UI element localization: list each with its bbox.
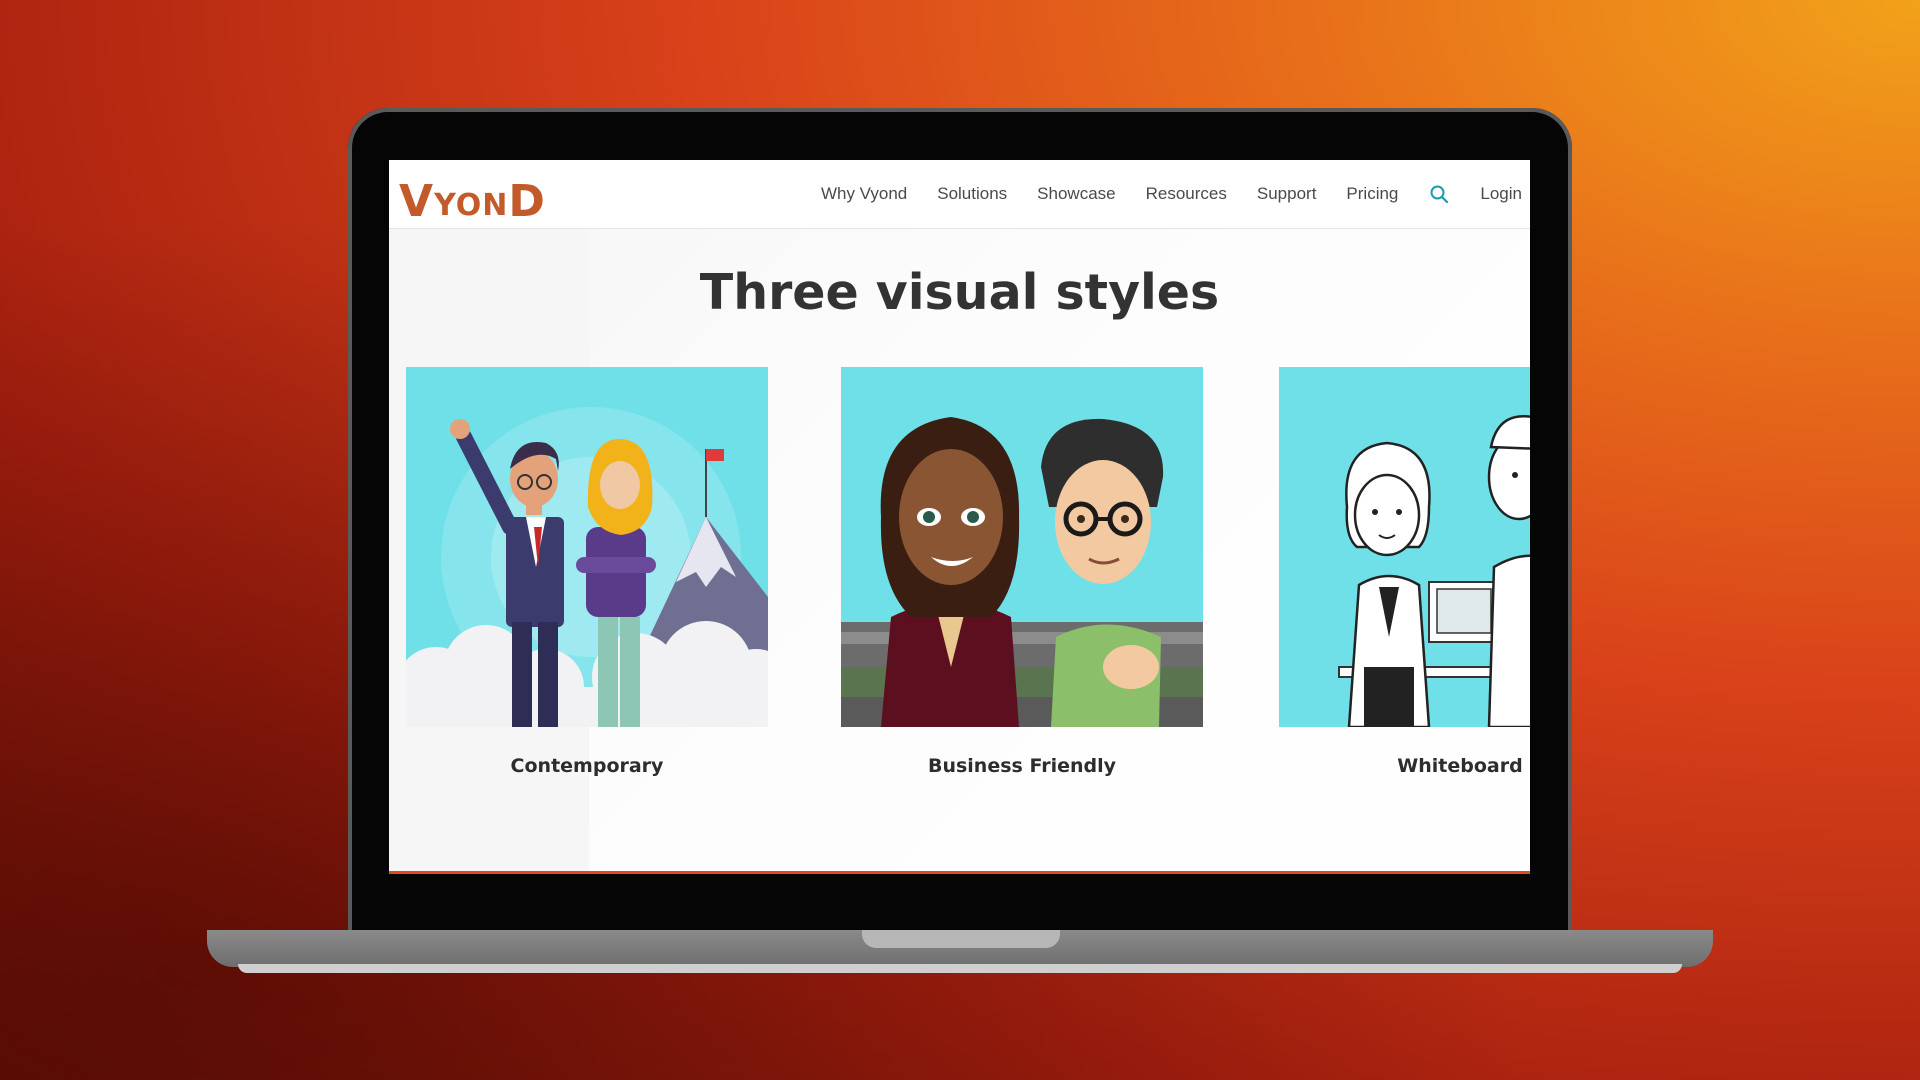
logo-letter-d: D (508, 176, 546, 227)
style-card-contemporary[interactable]: Contemporary (406, 367, 768, 777)
whiteboard-illustration (1279, 367, 1530, 727)
main-nav: Why Vyond Solutions Showcase Resources S… (821, 160, 1522, 228)
laptop-base-lip (238, 964, 1682, 973)
vyond-logo[interactable]: V YON D (399, 164, 546, 224)
style-label-business-friendly: Business Friendly (927, 755, 1117, 777)
style-label-whiteboard: Whiteboard (1397, 755, 1523, 777)
laptop-notch (862, 930, 1060, 948)
style-label-contemporary: Contemporary (510, 755, 664, 777)
contemporary-illustration (406, 367, 768, 727)
style-card-business-friendly[interactable]: Business Friendly (841, 367, 1203, 777)
logo-letters-yon: YON (434, 188, 509, 223)
logo-letter-v: V (399, 176, 435, 227)
style-card-whiteboard[interactable]: Whiteboard (1279, 367, 1530, 777)
nav-solutions[interactable]: Solutions (937, 184, 1007, 204)
nav-why-vyond[interactable]: Why Vyond (821, 184, 907, 204)
nav-showcase[interactable]: Showcase (1037, 184, 1115, 204)
browser-screen: V YON D Why Vyond Solutions Showcase Res… (389, 160, 1530, 874)
nav-support[interactable]: Support (1257, 184, 1317, 204)
search-icon[interactable] (1428, 183, 1450, 205)
login-link[interactable]: Login (1480, 184, 1522, 204)
page-title: Three visual styles (699, 264, 1220, 321)
nav-pricing[interactable]: Pricing (1346, 184, 1398, 204)
business-friendly-illustration (841, 367, 1203, 727)
nav-resources[interactable]: Resources (1146, 184, 1227, 204)
screen-bottom-border (389, 871, 1530, 874)
site-header: V YON D Why Vyond Solutions Showcase Res… (389, 160, 1530, 229)
